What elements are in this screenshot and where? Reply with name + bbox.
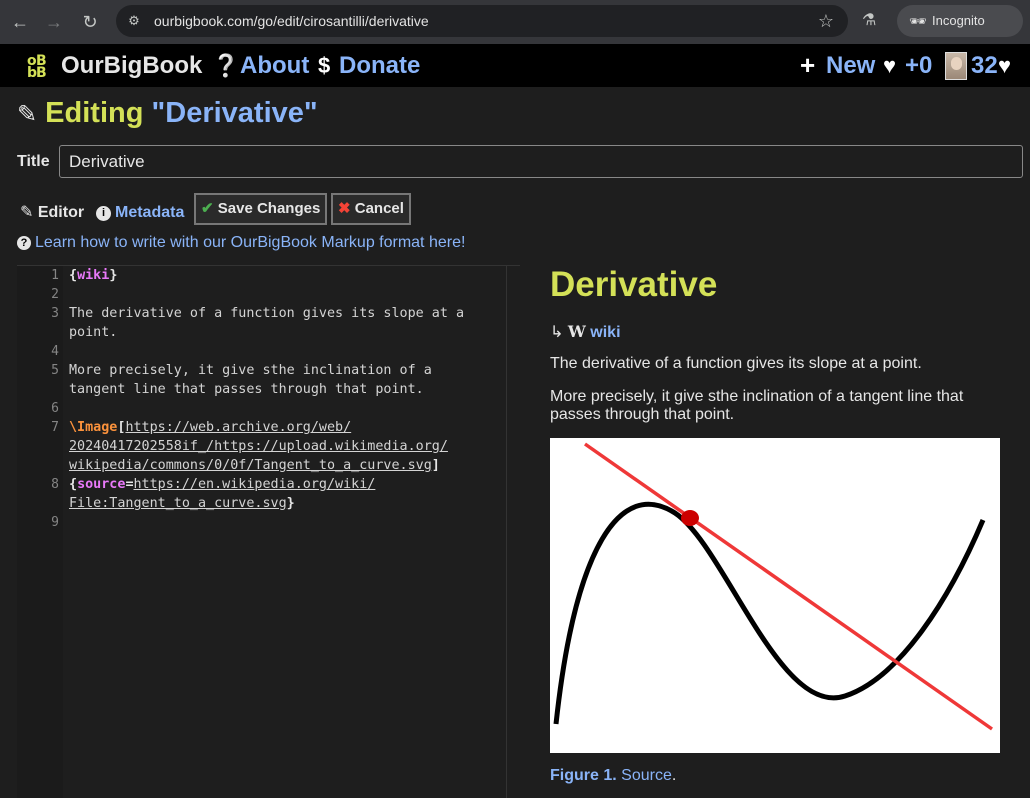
heart-icon: ♥ [998,53,1012,78]
tab-metadata-label: Metadata [115,204,185,221]
figure-caption: Figure 1. Source. [550,767,677,784]
cancel-button[interactable]: ✖ Cancel [331,193,411,225]
forward-arrow-icon[interactable]: → [40,8,68,36]
tab-editor[interactable]: ✎ Editor [20,203,84,223]
line-number: 1 [51,268,59,283]
ourbigbook-logo-icon[interactable]: o B b B [27,52,55,78]
brand-name[interactable]: OurBigBook [61,44,202,87]
tangent-figure-image[interactable] [550,438,1000,753]
tab-editor-label: Editor [37,204,85,221]
dollar-icon: $ [318,53,331,78]
line-number: 3 [51,306,59,321]
title-label: Title [17,153,50,170]
markup-help-link[interactable]: ? Learn how to write with our OurBigBook … [17,233,465,253]
user-avatar[interactable] [945,52,967,80]
code-url: wikipedia/commons/0/0f/Tangent_to_a_curv… [69,458,432,473]
likes-count[interactable]: +0 [905,44,932,87]
title-input[interactable] [59,145,1023,178]
code-line[interactable]: {wiki} [69,266,117,285]
tangent-point [681,510,699,526]
incognito-badge[interactable]: 🕶 Incognito [897,5,1023,37]
markup-help-label: Learn how to write with our OurBigBook M… [35,234,466,251]
code-line[interactable]: The derivative of a function gives its s… [69,304,464,323]
plus-icon: + [800,50,816,80]
code-line[interactable]: \Image[https://web.archive.org/web/ [69,418,351,437]
save-button-label: Save Changes [217,200,321,217]
code-line-wrap[interactable]: 20240417202558if_/https://upload.wikimed… [69,437,448,456]
preview-heading[interactable]: Derivative [550,264,717,306]
return-arrow-icon: ↳ [550,324,564,341]
page-title: ✎ Editing "Derivative" [17,94,318,134]
code-line-wrap[interactable]: point. [69,323,117,342]
figure-source-link[interactable]: Source [621,767,672,784]
code-url: https://en.wikipedia.org/wiki/ [133,477,376,492]
line-number: 8 [51,477,59,492]
editing-article-name[interactable]: "Derivative" [152,97,318,129]
editor-scrollbar[interactable] [506,266,520,798]
wikipedia-w-icon: W [567,322,586,341]
nav-about-link[interactable]: About [240,44,309,87]
code-line-wrap[interactable]: tangent line that passes through that po… [69,380,424,399]
browser-toolbar: ← → ↻ ⚙ ourbigbook.com/go/edit/cirosanti… [0,0,1030,44]
address-bar[interactable]: ⚙ ourbigbook.com/go/edit/cirosantilli/de… [116,5,848,37]
incognito-icon: 🕶 [909,13,927,29]
code-macro: \Image [69,420,118,435]
code-keyword: wiki [77,268,110,283]
line-number: 9 [51,515,59,530]
code-url: 20240417202558if_/https://upload.wikimed… [69,439,448,454]
line-number: 6 [51,401,59,416]
pencil-icon: ✎ [20,204,34,221]
help-circle-icon: ❔ [212,53,240,78]
code-keyword: source [77,477,126,492]
preview-paragraph: The derivative of a function gives its s… [550,355,922,372]
reload-icon[interactable]: ↻ [76,8,104,36]
help-circle-icon: ? [17,236,31,250]
code-editor[interactable]: 1 2 3 4 5 6 7 8 9 {wiki} The derivative … [17,265,520,798]
code-line-wrap[interactable]: wikipedia/commons/0/0f/Tangent_to_a_curv… [69,456,440,475]
curve-path [553,501,986,725]
svg-text:B: B [36,65,47,78]
wiki-link[interactable]: wiki [590,324,620,341]
code-line[interactable]: {source=https://en.wikipedia.org/wiki/ [69,475,375,494]
checkmark-icon: ✔ [201,200,214,217]
site-navbar: o B b B OurBigBook ❔ About $ Donate + Ne… [0,44,1030,87]
bookmark-star-icon[interactable]: ☆ [818,10,834,32]
wiki-reference: ↳ W wiki [550,322,621,343]
labs-flask-icon[interactable]: ⚗ [862,10,876,32]
tangent-line [583,442,994,731]
code-url: File:Tangent_to_a_curve.svg [69,496,287,511]
info-icon: i [96,206,111,221]
tab-metadata[interactable]: i Metadata [96,203,184,223]
user-score[interactable]: 32 [971,44,998,87]
save-changes-button[interactable]: ✔ Save Changes [194,193,328,225]
line-number: 2 [51,287,59,302]
back-arrow-icon[interactable]: ← [6,8,34,36]
line-number: 4 [51,344,59,359]
close-icon: ✖ [338,200,351,217]
nav-new-link[interactable]: New [826,44,875,87]
cancel-button-label: Cancel [354,200,404,217]
code-line-wrap[interactable]: File:Tangent_to_a_curve.svg} [69,494,295,513]
code-url: https://web.archive.org/web/ [125,420,352,435]
line-number-gutter: 1 2 3 4 5 6 7 8 9 [17,266,63,798]
preview-paragraph: More precisely, it give sthe inclination… [550,388,964,423]
line-number: 5 [51,363,59,378]
line-number: 7 [51,420,59,435]
site-info-icon[interactable]: ⚙ [124,11,144,31]
figure-label[interactable]: Figure 1. [550,767,617,784]
incognito-label: Incognito [932,13,985,28]
tangent-curve-illustration [553,442,994,731]
address-url[interactable]: ourbigbook.com/go/edit/cirosantilli/deri… [154,5,429,37]
heart-icon: ♥ [883,53,897,78]
code-line[interactable]: More precisely, it give sthe inclination… [69,361,432,380]
editing-word: Editing [45,97,144,129]
nav-donate-link[interactable]: Donate [339,44,420,87]
pencil-icon: ✎ [17,101,38,128]
